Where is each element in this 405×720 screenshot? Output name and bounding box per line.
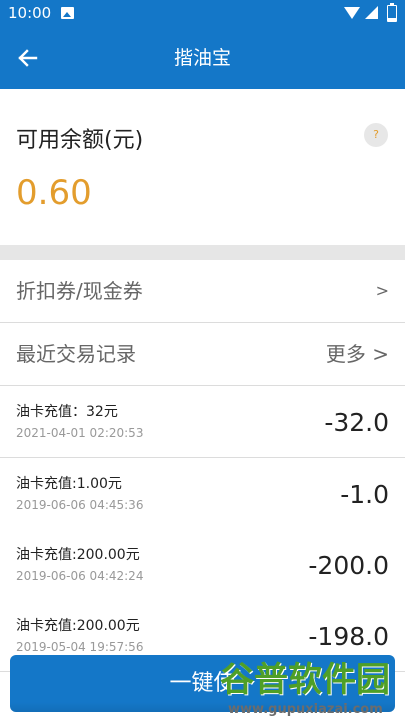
status-time: 10:00 bbox=[8, 4, 52, 22]
recent-transactions-header: 最近交易记录 更多 > bbox=[0, 323, 405, 386]
available-balance-label: 可用余额(元) bbox=[16, 128, 144, 153]
coupons-menu-row[interactable]: 折扣券/现金券 > bbox=[0, 260, 405, 323]
transaction-row[interactable]: 油卡充值:200.00元 2019-06-06 04:42:24 -200.0 bbox=[0, 529, 405, 601]
transaction-time: 2019-05-04 19:57:56 bbox=[16, 640, 144, 654]
signal-icon bbox=[365, 6, 378, 19]
page-title: 揩油宝 bbox=[173, 47, 231, 69]
transaction-row[interactable]: 油卡充值：32元 2021-04-01 02:20:53 -32.0 bbox=[0, 386, 405, 458]
wifi-icon bbox=[344, 7, 360, 19]
transaction-time: 2019-06-06 04:42:24 bbox=[16, 569, 144, 583]
coupons-label: 折扣券/现金券 bbox=[16, 279, 143, 303]
recent-transactions-label: 最近交易记录 bbox=[16, 342, 136, 366]
section-divider bbox=[0, 245, 405, 260]
transaction-amount: -198.0 bbox=[308, 622, 389, 651]
transaction-amount: -200.0 bbox=[308, 551, 389, 580]
app-screen: 10:00 揩油宝 可用余额(元) 0.60 ? 折扣券/现金券 > 最近交易记… bbox=[0, 0, 405, 720]
balance-panel: 可用余额(元) 0.60 ? bbox=[0, 89, 405, 245]
available-balance-value: 0.60 bbox=[16, 173, 92, 213]
transaction-title: 油卡充值：32元 bbox=[16, 404, 118, 420]
transaction-time: 2021-04-01 02:20:53 bbox=[16, 426, 144, 440]
battery-icon bbox=[387, 3, 397, 22]
status-bar: 10:00 bbox=[0, 0, 405, 27]
transaction-title: 油卡充值:1.00元 bbox=[16, 476, 122, 492]
transaction-title: 油卡充值:200.00元 bbox=[16, 618, 140, 634]
more-transactions-link[interactable]: 更多 > bbox=[326, 340, 389, 368]
one-click-use-button[interactable]: 一键使 bbox=[10, 655, 395, 712]
transaction-title: 油卡充值:200.00元 bbox=[16, 547, 140, 563]
transaction-amount: -1.0 bbox=[340, 480, 389, 509]
app-header: 揩油宝 bbox=[0, 27, 405, 89]
transaction-row[interactable]: 油卡充值:1.00元 2019-06-06 04:45:36 -1.0 bbox=[0, 458, 405, 530]
help-icon[interactable]: ? bbox=[364, 123, 388, 147]
transaction-time: 2019-06-06 04:45:36 bbox=[16, 498, 144, 512]
chevron-right-icon: > bbox=[375, 281, 389, 300]
transaction-amount: -32.0 bbox=[324, 408, 389, 437]
image-notification-icon bbox=[61, 7, 74, 19]
